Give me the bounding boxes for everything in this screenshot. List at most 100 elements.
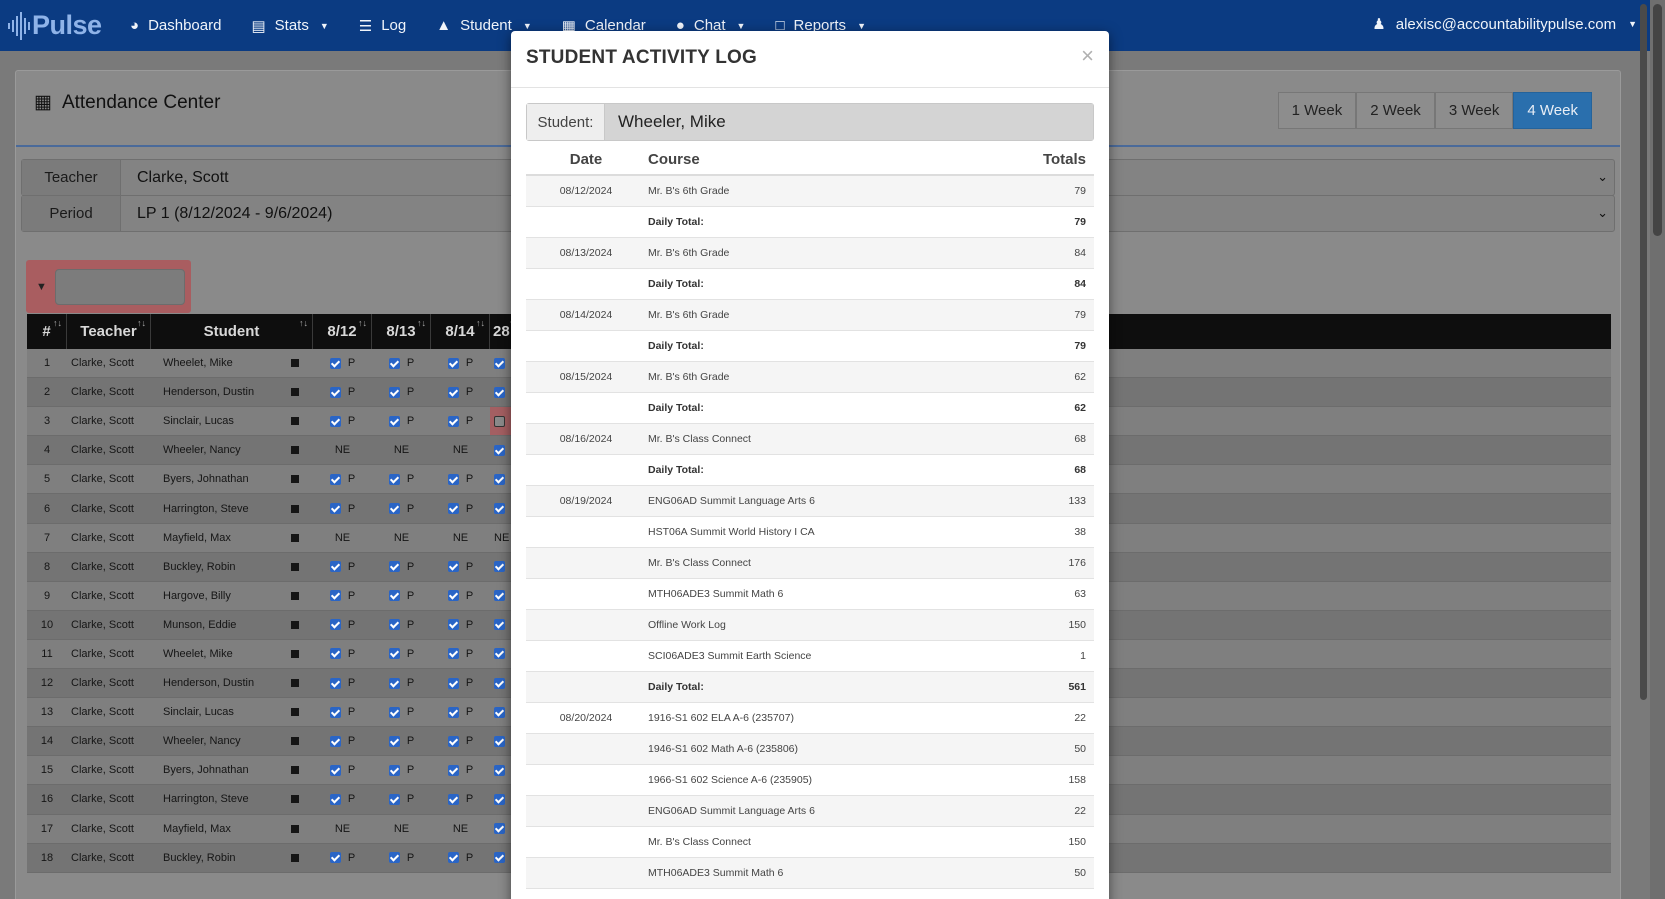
attendance-checkbox[interactable] (388, 415, 400, 427)
attendance-checkbox[interactable] (447, 561, 459, 573)
scrollbar-thumb[interactable] (1653, 4, 1662, 236)
attendance-checkbox[interactable] (447, 648, 459, 660)
attendance-checkbox[interactable] (329, 590, 341, 602)
grid-col-header[interactable]: # ↑↓ (27, 314, 67, 349)
attendance-checkbox[interactable] (329, 648, 341, 660)
log-icon[interactable] (291, 737, 299, 746)
student-name[interactable]: Byers, Johnathan (163, 473, 249, 485)
attendance-checkbox[interactable] (494, 706, 505, 718)
student-cell[interactable]: Wheeler, Nancy (151, 436, 313, 464)
nav-dashboard[interactable]: ◕ Dashboard (130, 17, 221, 35)
student-name[interactable]: Byers, Johnathan (163, 764, 249, 776)
student-name[interactable]: Mayfield, Max (163, 823, 231, 835)
attendance-checkbox[interactable] (388, 706, 400, 718)
student-cell[interactable]: Harrington, Steve (151, 494, 313, 522)
student-name[interactable]: Harrington, Steve (163, 793, 249, 805)
student-name[interactable]: Henderson, Dustin (163, 386, 254, 398)
attendance-checkbox[interactable] (388, 473, 400, 485)
attendance-checkbox[interactable] (388, 764, 400, 776)
attendance-checkbox[interactable] (388, 852, 400, 864)
week-2-button[interactable]: 2 Week (1356, 92, 1435, 129)
inner-scrollbar[interactable] (1639, 0, 1648, 899)
attendance-checkbox[interactable] (388, 677, 400, 689)
attendance-checkbox[interactable] (329, 415, 341, 427)
student-cell[interactable]: Henderson, Dustin (151, 669, 313, 697)
attendance-checkbox[interactable] (388, 648, 400, 660)
grid-col-header[interactable]: Teacher ↑↓ (67, 314, 151, 349)
attendance-checkbox[interactable] (494, 677, 505, 689)
nav-stats[interactable]: ▤ Stats ▼ (251, 17, 328, 35)
attendance-checkbox[interactable] (494, 386, 505, 398)
student-name[interactable]: Harrington, Steve (163, 503, 249, 515)
log-icon[interactable] (291, 562, 299, 571)
student-name[interactable]: Buckley, Robin (163, 561, 236, 573)
student-cell[interactable]: Wheelet, Mike (151, 640, 313, 668)
student-cell[interactable]: Byers, Johnathan (151, 756, 313, 784)
attendance-checkbox[interactable] (494, 823, 505, 835)
attendance-checkbox[interactable] (388, 503, 400, 515)
attendance-checkbox[interactable] (447, 793, 459, 805)
student-cell[interactable]: Byers, Johnathan (151, 465, 313, 493)
attendance-checkbox[interactable] (329, 735, 341, 747)
attendance-checkbox[interactable] (494, 793, 505, 805)
student-name[interactable]: Mayfield, Max (163, 532, 231, 544)
attendance-checkbox[interactable] (329, 677, 341, 689)
attendance-checkbox[interactable] (329, 503, 341, 515)
log-icon[interactable] (291, 649, 299, 658)
scrollbar-thumb[interactable] (1640, 4, 1647, 700)
attendance-checkbox[interactable] (447, 503, 459, 515)
attendance-checkbox[interactable] (329, 357, 341, 369)
attendance-checkbox[interactable] (388, 735, 400, 747)
student-name[interactable]: Wheelet, Mike (163, 357, 233, 369)
log-icon[interactable] (291, 853, 299, 862)
attendance-checkbox[interactable] (388, 619, 400, 631)
close-icon[interactable]: × (1081, 43, 1094, 69)
student-name[interactable]: Wheeler, Nancy (163, 735, 241, 747)
attendance-checkbox[interactable] (494, 648, 505, 660)
attendance-checkbox[interactable] (447, 706, 459, 718)
student-cell[interactable]: Hargove, Billy (151, 582, 313, 610)
log-icon[interactable] (291, 766, 299, 775)
filter-input[interactable] (54, 268, 185, 305)
attendance-checkbox[interactable] (494, 357, 505, 369)
nav-log[interactable]: ☰ Log (359, 17, 406, 35)
student-cell[interactable]: Wheeler, Nancy (151, 727, 313, 755)
attendance-checkbox[interactable] (329, 619, 341, 631)
log-icon[interactable] (291, 504, 299, 513)
log-icon[interactable] (291, 359, 299, 368)
student-cell[interactable]: Mayfield, Max (151, 524, 313, 552)
student-cell[interactable]: Sinclair, Lucas (151, 407, 313, 435)
attendance-checkbox[interactable] (388, 590, 400, 602)
attendance-checkbox[interactable] (329, 561, 341, 573)
attendance-checkbox[interactable] (494, 561, 505, 573)
brand-logo[interactable]: Pulse (0, 10, 122, 41)
attendance-checkbox[interactable] (329, 386, 341, 398)
log-icon[interactable] (291, 824, 299, 833)
log-icon[interactable] (291, 591, 299, 600)
attendance-checkbox[interactable] (329, 764, 341, 776)
user-menu[interactable]: ♟ alexisc@accountabilitypulse.com ▼ (1372, 15, 1637, 34)
student-name[interactable]: Henderson, Dustin (163, 677, 254, 689)
attendance-checkbox[interactable] (494, 764, 505, 776)
attendance-checkbox[interactable] (494, 444, 505, 456)
grid-col-header[interactable]: 8/13 ↑↓ (372, 314, 431, 349)
log-icon[interactable] (291, 679, 299, 688)
attendance-checkbox[interactable] (388, 357, 400, 369)
attendance-checkbox[interactable] (494, 415, 505, 427)
attendance-checkbox[interactable] (388, 386, 400, 398)
attendance-checkbox[interactable] (447, 677, 459, 689)
log-icon[interactable] (291, 533, 299, 542)
attendance-checkbox[interactable] (494, 473, 505, 485)
student-name[interactable]: Munson, Eddie (163, 619, 236, 631)
student-cell[interactable]: Henderson, Dustin (151, 378, 313, 406)
attendance-checkbox[interactable] (447, 357, 459, 369)
attendance-checkbox[interactable] (447, 590, 459, 602)
grid-col-header[interactable]: Student ↑↓ (151, 314, 313, 349)
attendance-checkbox[interactable] (494, 619, 505, 631)
attendance-checkbox[interactable] (447, 735, 459, 747)
attendance-checkbox[interactable] (329, 852, 341, 864)
attendance-checkbox[interactable] (447, 415, 459, 427)
log-icon[interactable] (291, 417, 299, 426)
page-scrollbar[interactable] (1650, 0, 1665, 899)
student-cell[interactable]: Munson, Eddie (151, 611, 313, 639)
